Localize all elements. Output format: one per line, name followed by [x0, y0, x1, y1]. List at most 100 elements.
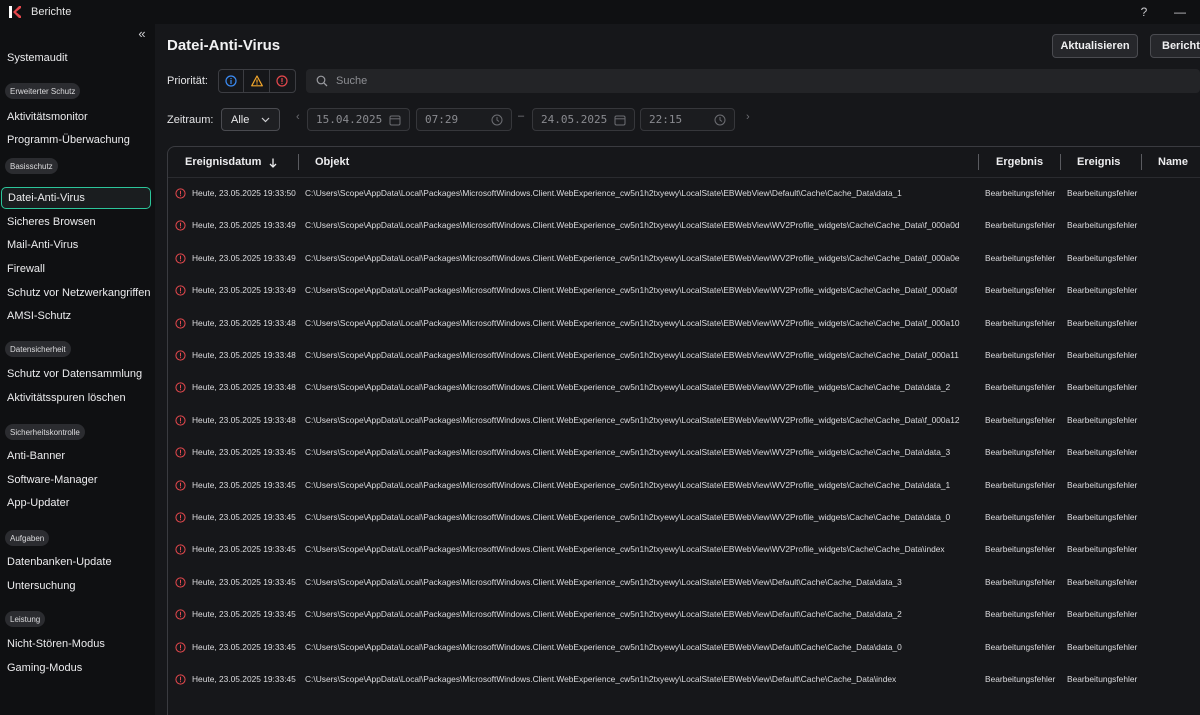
- cell-date: Heute, 23.05.2025 19:33:50: [192, 188, 296, 198]
- column-header-date[interactable]: Ereignisdatum: [185, 156, 261, 168]
- error-icon: [175, 512, 186, 523]
- search-placeholder: Suche: [336, 75, 368, 87]
- chevron-double-left-icon[interactable]: «: [133, 26, 151, 42]
- table-row[interactable]: Heute, 23.05.2025 19:33:45 C:\Users\Scope…: [168, 664, 1200, 696]
- cell-date: Heute, 23.05.2025 19:33:48: [192, 350, 296, 360]
- cell-event: Bearbeitungsfehler: [1067, 544, 1138, 555]
- clock-icon: [491, 114, 503, 126]
- priority-warning-button[interactable]: [244, 70, 270, 92]
- cell-result: Bearbeitungsfehler: [985, 220, 1056, 231]
- start-date-value: 15.04.2025: [316, 113, 383, 126]
- sidebar-item-nicht-stören-modus[interactable]: Nicht-Stören-Modus: [0, 633, 152, 655]
- end-time-value: 22:15: [649, 113, 683, 126]
- chevron-right-icon[interactable]: ›: [746, 111, 750, 123]
- section-header: Erweiterter Schutz: [5, 83, 81, 99]
- minimize-button[interactable]: —: [1168, 2, 1192, 22]
- sidebar-item-software-manager[interactable]: Software-Manager: [0, 469, 152, 491]
- sidebar-item-anti-banner[interactable]: Anti-Banner: [0, 445, 152, 467]
- refresh-button[interactable]: Aktualisieren: [1052, 34, 1138, 58]
- column-header-result[interactable]: Ergebnis: [996, 156, 1043, 168]
- sidebar-item-programm-überwachung[interactable]: Programm-Überwachung: [0, 129, 152, 151]
- priority-error-button[interactable]: [270, 70, 295, 92]
- table-row[interactable]: Heute, 23.05.2025 19:33:45 C:\Users\Scope…: [168, 437, 1200, 469]
- cell-result: Bearbeitungsfehler: [985, 512, 1056, 522]
- sidebar-item-aktivitätsspuren-löschen[interactable]: Aktivitätsspuren löschen: [0, 387, 152, 409]
- error-icon: [276, 75, 288, 87]
- sidebar-item-systemaudit[interactable]: Systemaudit: [0, 47, 152, 69]
- start-time-field[interactable]: 07:29: [416, 108, 512, 131]
- cell-date: Heute, 23.05.2025 19:33:45: [192, 576, 296, 587]
- period-select[interactable]: Alle: [221, 108, 280, 131]
- cell-result: Bearbeitungsfehler: [985, 252, 1056, 263]
- sidebar-item-schutz-vor-datensammlung[interactable]: Schutz vor Datensammlung: [0, 363, 152, 385]
- cell-date: Heute, 23.05.2025 19:33:49: [192, 285, 296, 296]
- cell-object: C:\Users\Scope\AppData\Local\Packages\Mi…: [305, 512, 951, 522]
- table-header: Ereignisdatum Objekt Ergebnis Ereignis N…: [168, 147, 1200, 178]
- title-bar: Berichte ? —: [0, 0, 1200, 24]
- sidebar-item-app-updater[interactable]: App-Updater: [0, 492, 152, 514]
- column-divider[interactable]: [1060, 154, 1061, 170]
- sidebar-item-gaming-modus[interactable]: Gaming-Modus: [0, 657, 152, 679]
- sidebar-item-untersuchung[interactable]: Untersuchung: [0, 575, 152, 597]
- column-header-object[interactable]: Objekt: [315, 156, 349, 168]
- sidebar-item-aktivitätsmonitor[interactable]: Aktivitätsmonitor: [0, 106, 152, 128]
- error-icon: [175, 577, 186, 588]
- start-date-field[interactable]: 15.04.2025: [307, 108, 410, 131]
- period-select-value: Alle: [231, 113, 250, 126]
- table-row[interactable]: Heute, 23.05.2025 19:33:49 C:\Users\Scope…: [168, 275, 1200, 307]
- priority-filter: [218, 69, 296, 93]
- end-time-field[interactable]: 22:15: [640, 108, 735, 131]
- help-button[interactable]: ?: [1132, 2, 1156, 22]
- table-row[interactable]: Heute, 23.05.2025 19:33:45 C:\Users\Scope…: [168, 567, 1200, 599]
- error-icon: [175, 318, 186, 329]
- cell-result: Bearbeitungsfehler: [985, 447, 1056, 458]
- table-row[interactable]: Heute, 23.05.2025 19:33:45 C:\Users\Scope…: [168, 632, 1200, 664]
- save-report-button[interactable]: Bericht s: [1150, 34, 1200, 58]
- cell-result: Bearbeitungsfehler: [985, 576, 1056, 587]
- cell-object: C:\Users\Scope\AppData\Local\Packages\Mi…: [305, 447, 951, 458]
- sidebar-item-amsi-schutz[interactable]: AMSI-Schutz: [0, 305, 152, 327]
- cell-event: Bearbeitungsfehler: [1067, 479, 1138, 490]
- table-row[interactable]: Heute, 23.05.2025 19:33:48 C:\Users\Scope…: [168, 340, 1200, 372]
- sidebar-item-sicheres-browsen[interactable]: Sicheres Browsen: [0, 211, 152, 233]
- cell-event: Bearbeitungsfehler: [1067, 188, 1138, 198]
- arrow-down-icon[interactable]: [269, 158, 277, 168]
- section-header: Leistung: [5, 611, 46, 627]
- priority-info-button[interactable]: [219, 70, 245, 92]
- sidebar-item-firewall[interactable]: Firewall: [0, 258, 152, 280]
- table-row[interactable]: Heute, 23.05.2025 19:33:45 C:\Users\Scope…: [168, 502, 1200, 534]
- cell-result: Bearbeitungsfehler: [985, 188, 1056, 198]
- cell-date: Heute, 23.05.2025 19:33:45: [192, 512, 296, 522]
- column-divider[interactable]: [1141, 154, 1142, 170]
- cell-event: Bearbeitungsfehler: [1067, 512, 1138, 522]
- sidebar-item-schutz-vor-netzwerkangriffen[interactable]: Schutz vor Netzwerkangriffen: [0, 282, 152, 304]
- cell-event: Bearbeitungsfehler: [1067, 641, 1138, 652]
- main-panel: Datei-Anti-Virus Aktualisieren Bericht s…: [155, 24, 1200, 715]
- error-icon: [175, 188, 186, 199]
- column-divider[interactable]: [978, 154, 979, 170]
- cell-event: Bearbeitungsfehler: [1067, 447, 1138, 458]
- table-row[interactable]: Heute, 23.05.2025 19:33:49 C:\Users\Scope…: [168, 243, 1200, 275]
- table-row[interactable]: Heute, 23.05.2025 19:33:48 C:\Users\Scope…: [168, 308, 1200, 340]
- search-icon: [316, 75, 328, 87]
- sidebar-item-mail-anti-virus[interactable]: Mail-Anti-Virus: [0, 234, 152, 256]
- table-row[interactable]: Heute, 23.05.2025 19:33:49 C:\Users\Scope…: [168, 210, 1200, 242]
- column-header-name[interactable]: Name: [1158, 156, 1188, 168]
- sidebar-item-datei-anti-virus[interactable]: Datei-Anti-Virus: [1, 187, 151, 209]
- column-header-event[interactable]: Ereignis: [1077, 156, 1120, 168]
- table-row[interactable]: Heute, 23.05.2025 19:33:48 C:\Users\Scope…: [168, 372, 1200, 404]
- cell-date: Heute, 23.05.2025 19:33:45: [192, 609, 296, 620]
- table-row[interactable]: Heute, 23.05.2025 19:33:50 C:\Users\Scope…: [168, 178, 1200, 210]
- sidebar-item-datenbanken-update[interactable]: Datenbanken-Update: [0, 551, 152, 573]
- priority-label: Priorität:: [167, 75, 208, 87]
- table-row[interactable]: Heute, 23.05.2025 19:33:45 C:\Users\Scope…: [168, 599, 1200, 631]
- table-row[interactable]: Heute, 23.05.2025 19:33:45 C:\Users\Scope…: [168, 470, 1200, 502]
- table-row[interactable]: Heute, 23.05.2025 19:33:45 C:\Users\Scope…: [168, 534, 1200, 566]
- cell-object: C:\Users\Scope\AppData\Local\Packages\Mi…: [305, 252, 960, 263]
- sidebar: « Systemaudit Erweiterter Schutz Aktivität…: [0, 24, 155, 715]
- table-row[interactable]: Heute, 23.05.2025 19:33:48 C:\Users\Scope…: [168, 405, 1200, 437]
- chevron-left-icon[interactable]: ‹: [296, 111, 300, 123]
- column-divider[interactable]: [298, 154, 299, 170]
- end-date-field[interactable]: 24.05.2025: [532, 108, 635, 131]
- search-input[interactable]: Suche: [306, 69, 1200, 93]
